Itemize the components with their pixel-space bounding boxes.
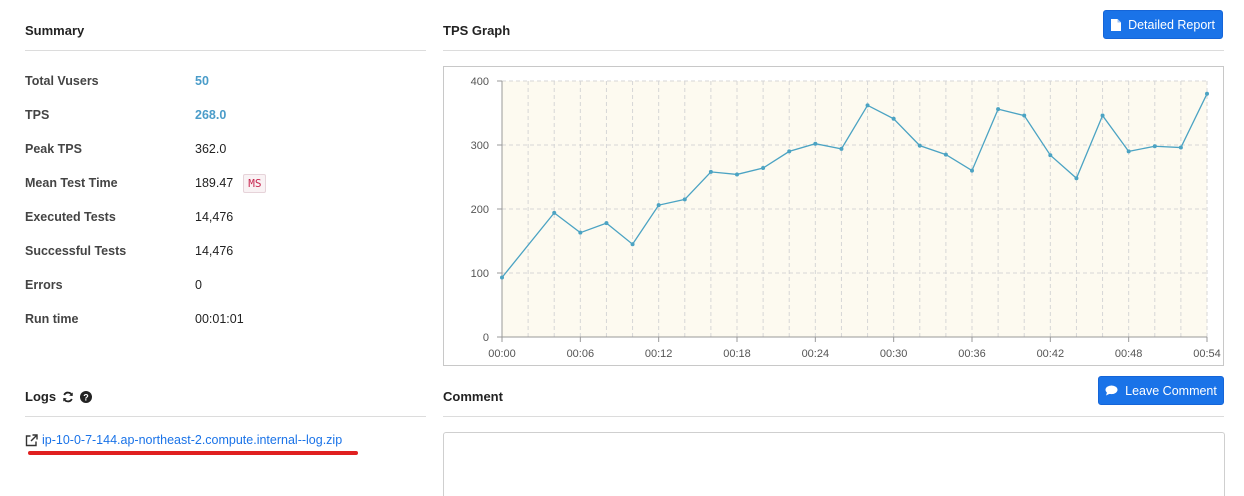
summary-row-run-time: Run time 00:01:01 bbox=[25, 309, 425, 329]
x-tick-label: 00:36 bbox=[958, 348, 986, 360]
tps-chart: 0 100 200 300 400 00:00 00:06 00:12 00:18 00:24 00… bbox=[443, 66, 1224, 366]
summary-label: Executed Tests bbox=[25, 210, 116, 224]
data-point bbox=[1100, 113, 1105, 118]
executed-tests-value: 14,476 bbox=[195, 210, 234, 224]
data-point bbox=[813, 141, 818, 146]
y-tick-label: 100 bbox=[471, 268, 489, 280]
y-tick-label: 300 bbox=[471, 140, 489, 152]
data-point bbox=[604, 221, 609, 226]
leave-comment-label: Leave Comment bbox=[1125, 383, 1217, 398]
data-point bbox=[500, 275, 504, 280]
summary-label: Successful Tests bbox=[25, 244, 127, 258]
data-point bbox=[917, 143, 922, 148]
data-point bbox=[1178, 145, 1183, 150]
detailed-report-button[interactable]: Detailed Report bbox=[1103, 10, 1223, 39]
logs-title: Logs bbox=[25, 389, 57, 404]
external-link-icon bbox=[25, 433, 38, 446]
x-tick-label: 00:12 bbox=[645, 348, 673, 360]
annotation-underline bbox=[28, 451, 358, 455]
summary-row-successful-tests: Successful Tests 14,476 bbox=[25, 241, 425, 261]
successful-tests-value: 14,476 bbox=[195, 244, 234, 258]
data-point bbox=[1074, 176, 1079, 181]
data-point bbox=[1126, 149, 1131, 154]
data-point bbox=[865, 103, 870, 108]
data-point bbox=[682, 197, 687, 202]
data-point bbox=[787, 149, 792, 154]
summary-title: Summary bbox=[25, 23, 85, 38]
summary-label: Total Vusers bbox=[25, 74, 99, 88]
logs-header: Logs ? bbox=[25, 389, 93, 404]
help-icon[interactable]: ? bbox=[80, 390, 93, 403]
data-point bbox=[656, 203, 661, 208]
data-point bbox=[630, 242, 635, 247]
data-point bbox=[1152, 144, 1157, 149]
x-tick-label: 00:24 bbox=[802, 348, 830, 360]
data-point bbox=[891, 116, 896, 121]
x-tick-label: 00:06 bbox=[567, 348, 595, 360]
summary-divider bbox=[25, 50, 426, 51]
errors-value: 0 bbox=[195, 278, 202, 292]
summary-label: Run time bbox=[25, 312, 79, 326]
tps-chart-svg: 0 100 200 300 400 00:00 00:06 00:12 00:18 00:24 00… bbox=[471, 76, 1221, 360]
mean-test-time-value: 189.47 MS bbox=[195, 173, 267, 193]
comment-divider bbox=[443, 416, 1224, 417]
log-file-link[interactable]: ip-10-0-7-144.ap-northeast-2.compute.int… bbox=[25, 433, 342, 447]
unit-badge: MS bbox=[243, 173, 267, 193]
x-tick-label: 00:54 bbox=[1193, 348, 1221, 360]
data-point bbox=[970, 168, 974, 173]
data-point bbox=[708, 169, 713, 174]
data-point bbox=[1048, 153, 1053, 158]
svg-text:?: ? bbox=[83, 392, 89, 402]
data-point bbox=[996, 107, 1001, 112]
total-vusers-value: 50 bbox=[195, 74, 209, 88]
log-file-name: ip-10-0-7-144.ap-northeast-2.compute.int… bbox=[42, 433, 343, 447]
summary-row-executed-tests: Executed Tests 14,476 bbox=[25, 207, 425, 227]
summary-label: Mean Test Time bbox=[25, 176, 118, 190]
summary-row-tps: TPS 268.0 bbox=[25, 105, 425, 125]
data-point bbox=[578, 230, 583, 235]
x-tick-label: 00:00 bbox=[488, 348, 516, 360]
refresh-icon[interactable] bbox=[62, 391, 74, 403]
comment-title: Comment bbox=[443, 389, 503, 404]
data-point bbox=[552, 210, 557, 215]
data-point bbox=[735, 172, 739, 177]
summary-row-mean-test-time: Mean Test Time 189.47 MS bbox=[25, 173, 425, 193]
mean-test-time-number: 189.47 bbox=[195, 176, 234, 190]
data-point bbox=[839, 146, 844, 151]
data-point bbox=[943, 152, 948, 157]
data-point bbox=[761, 166, 766, 171]
x-tick-label: 00:42 bbox=[1037, 348, 1065, 360]
x-tick-label: 00:30 bbox=[880, 348, 908, 360]
detailed-report-label: Detailed Report bbox=[1128, 17, 1215, 32]
graph-divider bbox=[443, 50, 1224, 51]
summary-label: Peak TPS bbox=[25, 142, 82, 156]
comment-icon bbox=[1105, 385, 1118, 396]
tps-graph-title: TPS Graph bbox=[443, 23, 511, 38]
peak-tps-value: 362.0 bbox=[195, 142, 227, 156]
summary-label: Errors bbox=[25, 278, 63, 292]
y-tick-label: 0 bbox=[483, 332, 489, 344]
tps-value: 268.0 bbox=[195, 108, 227, 122]
comment-textarea[interactable] bbox=[443, 432, 1225, 496]
summary-label: TPS bbox=[25, 108, 50, 122]
data-point bbox=[1022, 113, 1027, 118]
leave-comment-button[interactable]: Leave Comment bbox=[1098, 376, 1224, 405]
summary-row-peak-tps: Peak TPS 362.0 bbox=[25, 139, 425, 159]
logs-divider bbox=[25, 416, 426, 417]
document-icon bbox=[1111, 18, 1122, 31]
y-tick-label: 400 bbox=[471, 76, 489, 88]
data-point bbox=[1205, 91, 1209, 96]
x-tick-label: 00:48 bbox=[1115, 348, 1143, 360]
x-tick-label: 00:18 bbox=[723, 348, 751, 360]
run-time-value: 00:01:01 bbox=[195, 312, 244, 326]
y-tick-label: 200 bbox=[471, 204, 489, 216]
summary-row-total-vusers: Total Vusers 50 bbox=[25, 71, 425, 91]
summary-row-errors: Errors 0 bbox=[25, 275, 425, 295]
